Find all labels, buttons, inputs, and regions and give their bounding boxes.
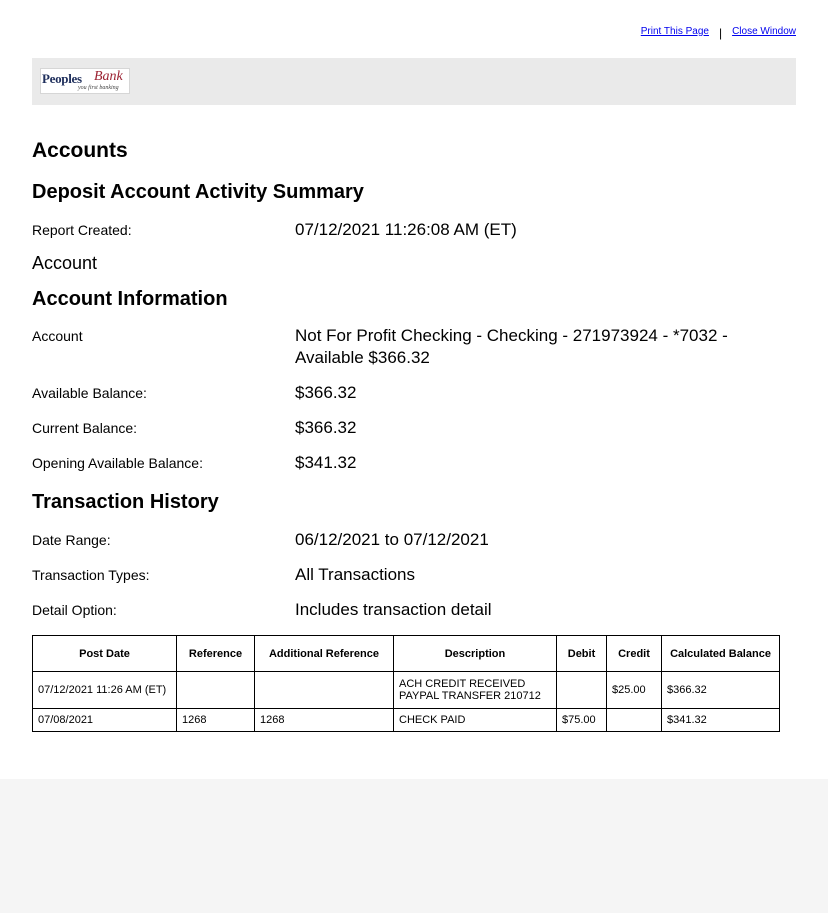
current-balance-label: Current Balance: [32,420,138,436]
page-title: Accounts [32,139,128,162]
print-page-link[interactable]: Print This Page [641,26,709,37]
cell-balance: $341.32 [661,708,780,732]
cell-debit: $75.00 [556,708,607,732]
cell-post-date: 07/08/2021 [32,708,177,732]
col-credit: Credit [606,635,662,672]
detail-option-row: Detail Option: Includes transaction deta… [32,599,796,621]
account-value: Not For Profit Checking - Checking - 271… [295,326,728,367]
cell-description: ACH CREDIT RECEIVED PAYPAL TRANSFER 2107… [393,671,557,709]
report-created-value: 07/12/2021 11:26:08 AM (ET) [295,220,517,239]
col-post-date: Post Date [32,635,177,672]
description-line: PAYPAL TRANSFER 210712 [399,690,541,702]
logo-tagline: you first banking [78,85,119,91]
header-banner: Peoples Bank you first banking [32,58,796,105]
available-balance-label: Available Balance: [32,385,147,401]
account-label: Account [32,328,83,344]
detail-option-label: Detail Option: [32,602,117,618]
account-info-heading: Account Information [32,288,228,310]
opening-balance-row: Opening Available Balance: $341.32 [32,452,796,474]
transaction-table: Post Date Reference Additional Reference… [32,635,780,732]
cell-post-date: 07/12/2021 11:26 AM (ET) [32,671,177,709]
cell-additional-reference: 1268 [254,708,394,732]
link-separator: | [718,26,723,40]
transaction-types-label: Transaction Types: [32,567,150,583]
report-content: Accounts Deposit Account Activity Summar… [32,136,796,732]
cell-additional-reference [254,671,394,709]
table-header-row: Post Date Reference Additional Reference… [32,635,780,672]
current-balance-row: Current Balance: $366.32 [32,417,796,439]
col-additional-reference: Additional Reference [254,635,394,672]
date-range-label: Date Range: [32,532,111,548]
date-range-value: 06/12/2021 to 07/12/2021 [295,530,489,549]
report-page: Print This Page | Close Window Peoples B… [0,0,828,779]
col-calculated-balance: Calculated Balance [661,635,780,672]
current-balance-value: $366.32 [295,418,357,437]
cell-balance: $366.32 [661,671,780,709]
available-balance-row: Available Balance: $366.32 [32,382,796,404]
transaction-history-heading: Transaction History [32,491,219,513]
peoples-bank-logo: Peoples Bank you first banking [40,68,130,94]
cell-credit: $25.00 [606,671,662,709]
logo-word-peoples: Peoples [42,71,82,86]
available-balance-value: $366.32 [295,383,357,402]
opening-balance-label: Opening Available Balance: [32,455,203,471]
top-links: Print This Page | Close Window [641,24,796,41]
account-row: Account Not For Profit Checking - Checki… [32,325,796,369]
opening-balance-value: $341.32 [295,453,357,472]
table-row: 07/12/2021 11:26 AM (ET) ACH CREDIT RECE… [32,671,780,709]
cell-credit [606,708,662,732]
date-range-row: Date Range: 06/12/2021 to 07/12/2021 [32,529,796,551]
col-debit: Debit [556,635,607,672]
report-created-label: Report Created: [32,222,132,238]
close-window-link[interactable]: Close Window [732,26,796,37]
cell-description: CHECK PAID [393,708,557,732]
table-row: 07/08/2021 1268 1268 CHECK PAID $75.00 $… [32,708,780,732]
cell-reference [176,671,255,709]
logo-word-bank: Bank [94,69,123,84]
cell-reference: 1268 [176,708,255,732]
col-description: Description [393,635,557,672]
summary-heading: Deposit Account Activity Summary [32,181,364,203]
account-subheading: Account [32,253,98,273]
col-reference: Reference [176,635,255,672]
detail-option-value: Includes transaction detail [295,600,492,619]
description-line: ACH CREDIT RECEIVED [399,678,526,690]
report-created-row: Report Created: 07/12/2021 11:26:08 AM (… [32,219,796,241]
transaction-types-row: Transaction Types: All Transactions [32,564,796,586]
cell-debit [556,671,607,709]
transaction-types-value: All Transactions [295,565,415,584]
